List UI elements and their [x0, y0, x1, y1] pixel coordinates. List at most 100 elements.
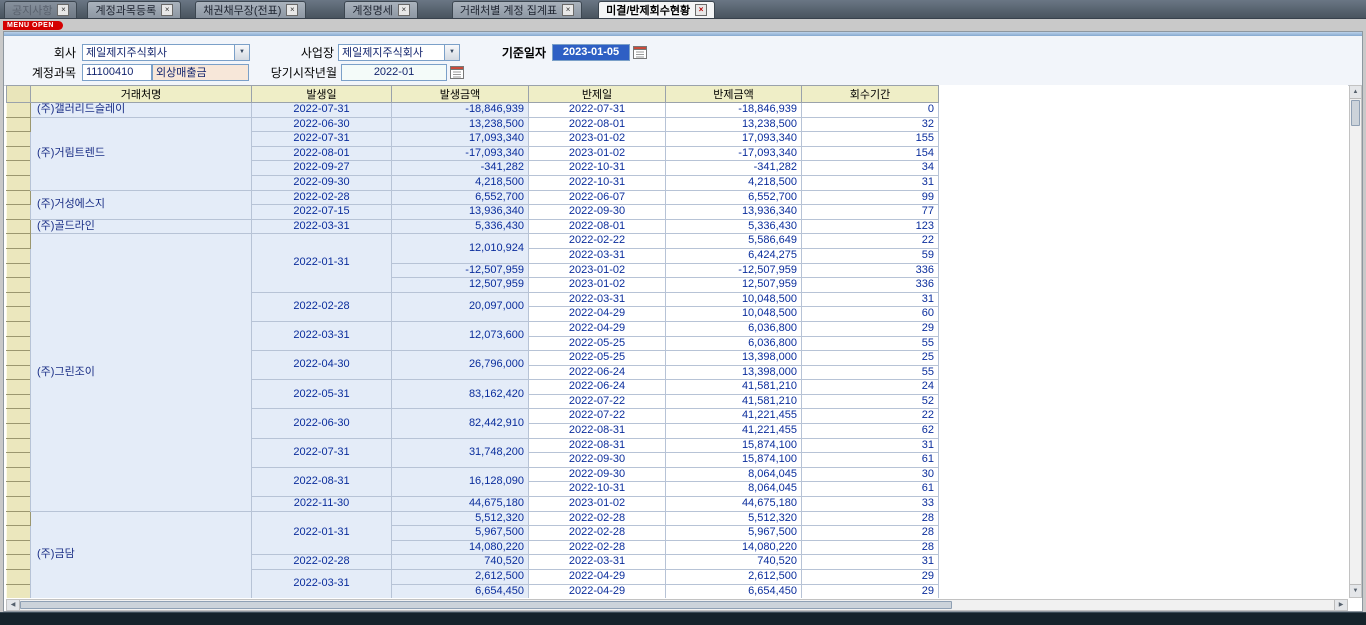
tab-account-detail[interactable]: 계정명세 × [344, 1, 417, 18]
collect-period-cell[interactable]: 25 [802, 351, 939, 366]
collect-period-cell[interactable]: 29 [802, 570, 939, 585]
base-date-input[interactable]: 2023-01-05 [552, 44, 630, 61]
row-selector[interactable] [7, 307, 31, 322]
settle-date-cell[interactable]: 2022-10-31 [529, 175, 666, 190]
issue-amount-cell[interactable]: 12,010,924 [392, 234, 529, 263]
collect-period-cell[interactable]: 30 [802, 467, 939, 482]
settle-amount-cell[interactable]: 41,221,455 [666, 424, 802, 439]
settle-date-cell[interactable]: 2022-03-31 [529, 555, 666, 570]
issue-amount-cell[interactable]: 31,748,200 [392, 438, 529, 467]
account-name-input[interactable]: 외상매출금 [152, 64, 249, 81]
collect-period-cell[interactable]: 28 [802, 526, 939, 541]
header-settle-amount[interactable]: 반제금액 [666, 86, 802, 103]
settle-date-cell[interactable]: 2022-06-24 [529, 365, 666, 380]
settle-amount-cell[interactable]: 15,874,100 [666, 453, 802, 468]
settle-date-cell[interactable]: 2023-01-02 [529, 132, 666, 147]
issue-amount-cell[interactable]: 4,218,500 [392, 175, 529, 190]
settle-date-cell[interactable]: 2022-10-31 [529, 161, 666, 176]
settle-amount-cell[interactable]: 6,036,800 [666, 336, 802, 351]
row-selector[interactable] [7, 175, 31, 190]
site-select[interactable]: 제일제지주식회사 ▼ [338, 44, 460, 61]
collect-period-cell[interactable]: 155 [802, 132, 939, 147]
chevron-down-icon[interactable]: ▼ [444, 45, 459, 60]
issue-amount-cell[interactable]: 5,967,500 [392, 526, 529, 541]
settle-amount-cell[interactable]: 8,064,045 [666, 467, 802, 482]
horizontal-scroll-thumb[interactable] [20, 601, 952, 609]
issue-date-cell[interactable]: 2022-06-30 [252, 409, 392, 438]
collect-period-cell[interactable]: 77 [802, 205, 939, 220]
issue-date-cell[interactable]: 2022-07-15 [252, 205, 392, 220]
scroll-up-icon[interactable]: ▲ [1350, 86, 1361, 99]
row-selector[interactable] [7, 292, 31, 307]
header-customer[interactable]: 거래처명 [31, 86, 252, 103]
tab-account-register[interactable]: 계정과목등록 × [87, 1, 181, 18]
row-selector[interactable] [7, 351, 31, 366]
settle-date-cell[interactable]: 2022-09-30 [529, 453, 666, 468]
tab-close-icon[interactable]: × [398, 4, 410, 16]
collect-period-cell[interactable]: 31 [802, 175, 939, 190]
collect-period-cell[interactable]: 31 [802, 438, 939, 453]
period-start-input[interactable]: 2022-01 [341, 64, 447, 81]
issue-amount-cell[interactable]: -12,507,959 [392, 263, 529, 278]
customer-name-cell[interactable]: (주)갤러리드슬레이 [31, 103, 252, 118]
settle-amount-cell[interactable]: 41,221,455 [666, 409, 802, 424]
scroll-left-icon[interactable]: ◀ [7, 600, 20, 610]
settle-amount-cell[interactable]: 12,507,959 [666, 278, 802, 293]
issue-date-cell[interactable]: 2022-01-31 [252, 511, 392, 555]
settle-amount-cell[interactable]: -18,846,939 [666, 103, 802, 118]
settle-date-cell[interactable]: 2023-01-02 [529, 497, 666, 512]
row-selector[interactable] [7, 467, 31, 482]
row-selector[interactable] [7, 190, 31, 205]
collect-period-cell[interactable]: 24 [802, 380, 939, 395]
issue-amount-cell[interactable]: 12,073,600 [392, 321, 529, 350]
tab-close-icon[interactable]: × [562, 4, 574, 16]
chevron-down-icon[interactable]: ▼ [234, 45, 249, 60]
issue-amount-cell[interactable]: 16,128,090 [392, 467, 529, 496]
issue-date-cell[interactable]: 2022-02-28 [252, 190, 392, 205]
settle-amount-cell[interactable]: 740,520 [666, 555, 802, 570]
settle-amount-cell[interactable]: 6,654,450 [666, 584, 802, 598]
settle-date-cell[interactable]: 2022-02-28 [529, 526, 666, 541]
menu-open-button[interactable]: MENU OPEN [3, 21, 63, 30]
issue-amount-cell[interactable]: 5,336,430 [392, 219, 529, 234]
collect-period-cell[interactable]: 0 [802, 103, 939, 118]
settle-amount-cell[interactable]: 10,048,500 [666, 292, 802, 307]
customer-name-cell[interactable]: (주)그린조이 [31, 234, 252, 511]
issue-amount-cell[interactable]: 2,612,500 [392, 570, 529, 585]
header-collect-period[interactable]: 회수기간 [802, 86, 939, 103]
collect-period-cell[interactable]: 60 [802, 307, 939, 322]
scroll-down-icon[interactable]: ▼ [1350, 584, 1361, 597]
row-selector[interactable] [7, 555, 31, 570]
issue-amount-cell[interactable]: -17,093,340 [392, 146, 529, 161]
customer-name-cell[interactable]: (주)거림트렌드 [31, 117, 252, 190]
row-selector[interactable] [7, 409, 31, 424]
settle-date-cell[interactable]: 2022-02-28 [529, 511, 666, 526]
collect-period-cell[interactable]: 61 [802, 482, 939, 497]
issue-amount-cell[interactable]: 82,442,910 [392, 409, 529, 438]
issue-date-cell[interactable]: 2022-01-31 [252, 234, 392, 292]
settle-amount-cell[interactable]: 10,048,500 [666, 307, 802, 322]
collect-period-cell[interactable]: 22 [802, 409, 939, 424]
tab-close-icon[interactable]: × [286, 4, 298, 16]
tab-close-icon[interactable]: × [695, 4, 707, 16]
company-select[interactable]: 제일제지주식회사 ▼ [82, 44, 250, 61]
settle-date-cell[interactable]: 2022-04-29 [529, 570, 666, 585]
collect-period-cell[interactable]: 123 [802, 219, 939, 234]
settle-amount-cell[interactable]: 13,238,500 [666, 117, 802, 132]
settle-date-cell[interactable]: 2022-06-07 [529, 190, 666, 205]
settle-amount-cell[interactable]: 15,874,100 [666, 438, 802, 453]
settle-amount-cell[interactable]: 41,581,210 [666, 394, 802, 409]
settle-amount-cell[interactable]: 6,552,700 [666, 190, 802, 205]
settle-amount-cell[interactable]: -341,282 [666, 161, 802, 176]
issue-date-cell[interactable]: 2022-07-31 [252, 438, 392, 467]
collect-period-cell[interactable]: 62 [802, 424, 939, 439]
issue-amount-cell[interactable]: 13,238,500 [392, 117, 529, 132]
issue-amount-cell[interactable]: 44,675,180 [392, 497, 529, 512]
calendar-icon[interactable] [450, 65, 464, 79]
row-selector[interactable] [7, 278, 31, 293]
row-selector[interactable] [7, 584, 31, 598]
issue-date-cell[interactable]: 2022-09-30 [252, 175, 392, 190]
customer-name-cell[interactable]: (주)금담 [31, 511, 252, 598]
issue-amount-cell[interactable]: -18,846,939 [392, 103, 529, 118]
issue-amount-cell[interactable]: 17,093,340 [392, 132, 529, 147]
